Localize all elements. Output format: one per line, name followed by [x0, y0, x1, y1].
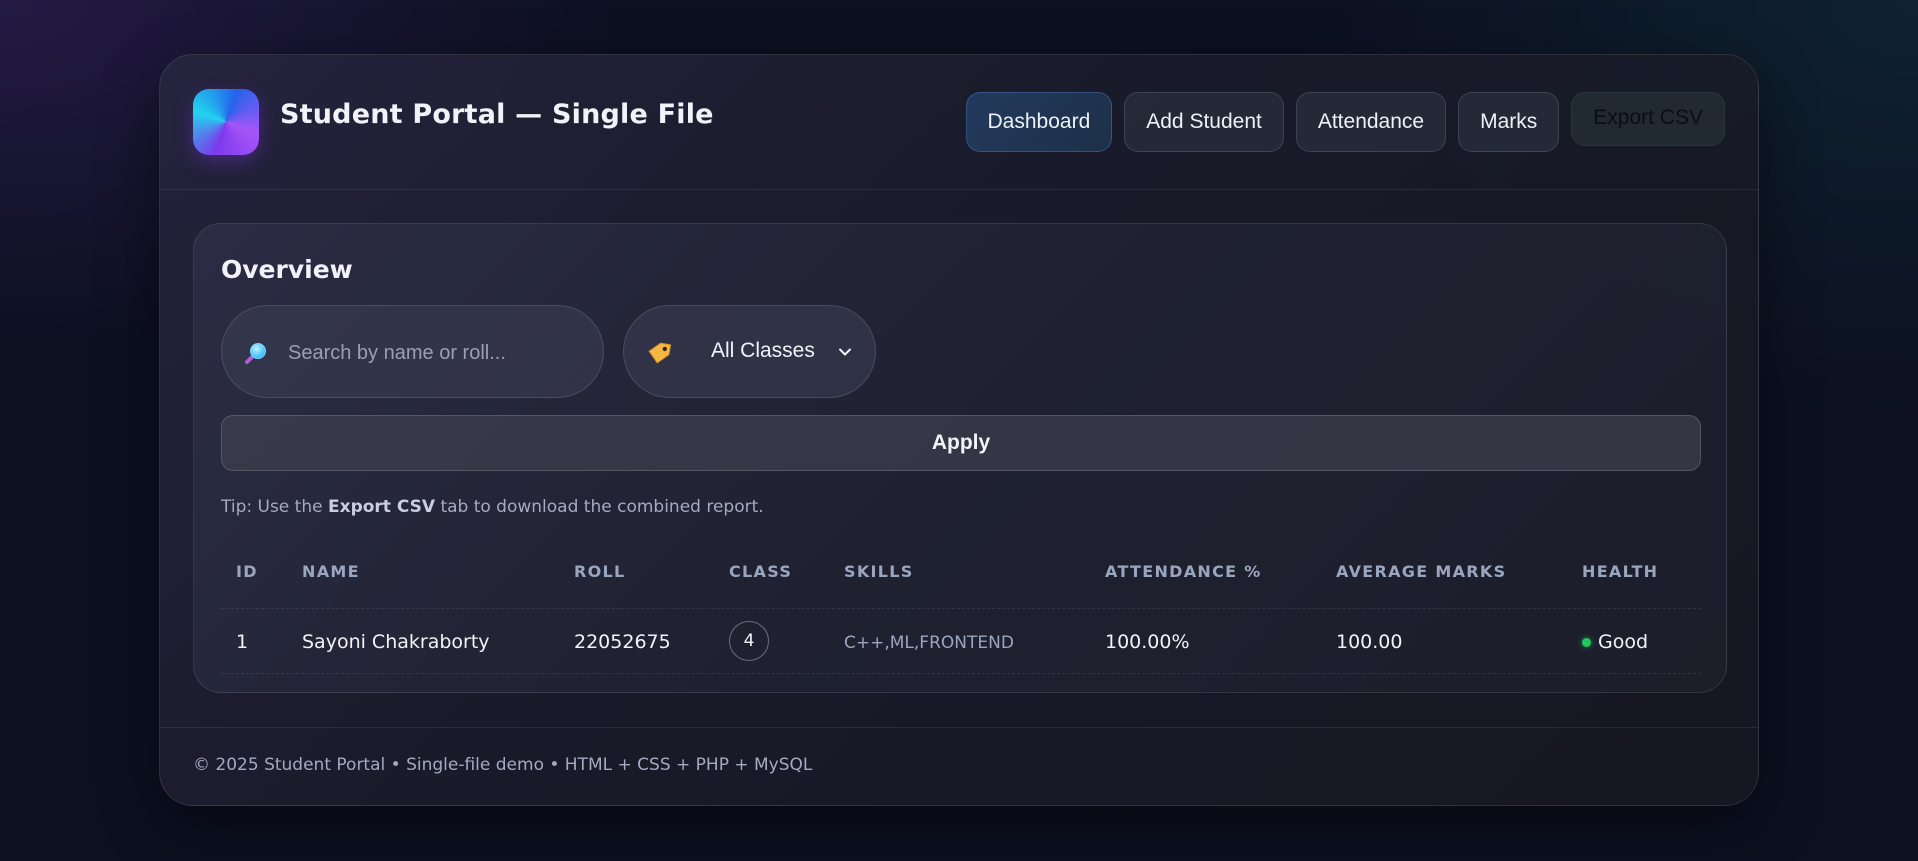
logo: [193, 89, 259, 155]
overview-panel: Overview All Classes: [193, 223, 1727, 693]
tip-text: Tip: Use the Export CSV tab to download …: [221, 497, 764, 517]
nav-tabs: Dashboard Add Student Attendance Marks E…: [965, 92, 1725, 152]
portal-card: Student Portal — Single File Dashboard A…: [159, 54, 1759, 806]
footer-text: © 2025 Student Portal • Single-file demo…: [193, 755, 813, 775]
tab-add-student[interactable]: Add Student: [1124, 92, 1284, 152]
tab-export-csv[interactable]: Export CSV: [1571, 92, 1725, 146]
tab-attendance[interactable]: Attendance: [1295, 92, 1447, 152]
tag-icon: [648, 342, 672, 364]
cell-id: 1: [236, 631, 249, 653]
search-input[interactable]: [286, 328, 580, 378]
cell-roll: 22052675: [574, 631, 671, 653]
column-header-id: ID: [236, 562, 258, 581]
cell-skills: C++,ML,FRONTEND: [844, 633, 1014, 653]
table-header: ID NAME ROLL CLASS SKILLS ATTENDANCE % A…: [221, 542, 1701, 609]
class-select-value: All Classes: [711, 339, 815, 362]
cell-average-marks: 100.00: [1336, 631, 1403, 653]
overview-title: Overview: [221, 255, 353, 284]
column-header-average-marks: AVERAGE MARKS: [1336, 562, 1507, 581]
column-header-roll: ROLL: [574, 562, 626, 581]
status-dot-icon: [1582, 637, 1591, 647]
apply-button[interactable]: Apply: [221, 415, 1701, 471]
footer: © 2025 Student Portal • Single-file demo…: [160, 727, 1758, 775]
chevron-down-icon: [839, 348, 851, 356]
tip-highlight: Export CSV: [327, 497, 436, 517]
tab-marks[interactable]: Marks: [1458, 92, 1560, 152]
cell-name: Sayoni Chakraborty: [302, 631, 490, 653]
health-label: Good: [1598, 631, 1649, 653]
tip-suffix: tab to download the combined report.: [440, 497, 764, 517]
class-badge: 4: [729, 621, 769, 661]
column-header-name: NAME: [302, 562, 360, 581]
column-header-attendance: ATTENDANCE %: [1105, 562, 1262, 581]
magnifier-icon: [245, 343, 266, 364]
tab-dashboard[interactable]: Dashboard: [965, 92, 1113, 152]
cell-attendance: 100.00%: [1105, 631, 1190, 653]
class-select[interactable]: All Classes: [623, 305, 876, 398]
students-table: ID NAME ROLL CLASS SKILLS ATTENDANCE % A…: [221, 542, 1701, 674]
column-header-health: HEALTH: [1582, 562, 1659, 581]
app-title: Student Portal — Single File: [280, 99, 714, 130]
header: Student Portal — Single File Dashboard A…: [160, 55, 1758, 190]
search-box[interactable]: [221, 305, 604, 398]
table-row[interactable]: 1 Sayoni Chakraborty 22052675 4 C++,ML,F…: [221, 609, 1701, 674]
column-header-class: CLASS: [729, 562, 793, 581]
column-header-skills: SKILLS: [844, 562, 914, 581]
health-status: Good: [1582, 631, 1648, 653]
tip-prefix: Tip: Use the: [221, 497, 323, 517]
